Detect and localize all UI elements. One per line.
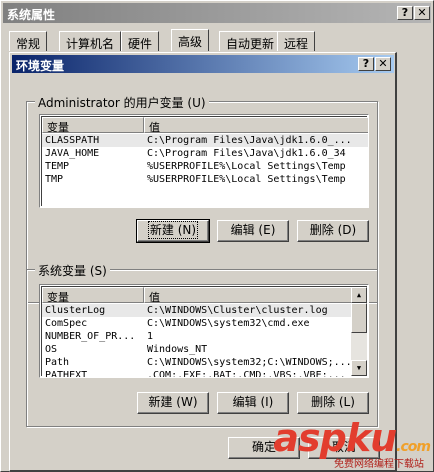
system-col-value[interactable]: 值 [144,287,354,303]
system-delete-button[interactable]: 删除 (L) [297,392,369,414]
system-variables-list[interactable]: 变量 值 ClusterLog C:\WINDOWS\Cluster\clust… [39,284,369,378]
user-new-label: 新建 (N) [147,221,199,239]
tab-hardware[interactable]: 硬件 [121,31,160,51]
dialog-help-button[interactable]: ? [358,57,374,71]
window-title-bar: 系统属性 [3,3,431,23]
user-delete-button[interactable]: 删除 (D) [297,220,369,242]
user-edit-button[interactable]: 编辑 (E) [217,220,289,242]
help-button[interactable]: ? [397,6,413,20]
var-value: C:\Program Files\Java\jdk1.6.0_... [144,134,368,147]
scroll-thumb[interactable] [351,303,367,333]
system-new-button[interactable]: 新建 (W) [137,392,209,414]
watermark-brand-tld: .com [396,439,431,455]
close-button[interactable]: ✕ [414,6,430,20]
user-variables-label: Administrator 的用户变量 (U) [35,94,209,111]
var-name: PATHEXT [45,370,88,378]
watermark-brand-left: asp [273,416,346,460]
var-value: Windows_NT [147,344,208,355]
dialog-title: 环境变量 [16,59,65,73]
dialog-title-bar: 环境变量 [12,55,394,73]
var-name: TMP [45,174,64,185]
var-value: C:\WINDOWS\Cluster\cluster.log [144,304,354,317]
var-name: TEMP [45,161,70,172]
var-name: NUMBER_OF_PR... [45,331,136,342]
user-col-value[interactable]: 值 [144,117,368,133]
window-title: 系统属性 [7,8,56,22]
var-name: JAVA_HOME [45,148,100,159]
var-value: %USERPROFILE%\Local Settings\Temp [147,161,346,172]
tab-computer-name[interactable]: 计算机名 [59,31,122,51]
var-name: Path [45,357,70,368]
var-value: .COM;.EXE;.BAT;.CMD;.VBS;.VBE;... [147,370,346,378]
tab-remote[interactable]: 远程 [277,31,316,51]
var-name: CLASSPATH [42,134,144,147]
var-value: C:\WINDOWS\system32;C:\WINDOWS;... [147,357,352,368]
dialog-close-button[interactable]: ✕ [375,57,391,71]
var-value: 1 [147,331,154,342]
system-list-scrollbar[interactable]: ▲ ▼ [351,287,367,376]
watermark-brand-right: ku [345,416,397,460]
var-value: C:\Program Files\Java\jdk1.6.0_34 [147,148,346,159]
environment-variables-dialog: 环境变量 ? ✕ Administrator 的用户变量 (U) 变量 值 CL… [9,52,397,472]
user-variables-list[interactable]: 变量 值 CLASSPATH C:\Program Files\Java\jdk… [39,114,369,208]
tab-general[interactable]: 常规 [9,31,48,51]
var-value: %USERPROFILE%\Local Settings\Temp [147,174,346,185]
var-value: C:\WINDOWS\system32\cmd.exe [147,318,310,329]
var-name: OS [45,344,58,355]
var-name: ComSpec [45,318,88,329]
user-new-button[interactable]: 新建 (N) [136,219,210,243]
system-variables-label: 系统变量 (S) [35,262,110,279]
watermark-subtitle: 免费网络编程下载站 [334,459,424,470]
system-edit-button[interactable]: 编辑 (I) [217,392,289,414]
var-name: ClusterLog [42,304,144,317]
tab-automatic-updates[interactable]: 自动更新 [219,31,282,51]
system-col-variable[interactable]: 变量 [42,287,144,303]
scroll-down-icon[interactable]: ▼ [351,360,367,376]
system-variables-group: 系统变量 (S) 变量 值 ClusterLog C:\WINDOWS\Clus… [26,262,378,427]
user-col-variable[interactable]: 变量 [42,117,144,133]
tab-advanced[interactable]: 高级 [171,29,210,51]
scroll-up-icon[interactable]: ▲ [351,287,367,303]
